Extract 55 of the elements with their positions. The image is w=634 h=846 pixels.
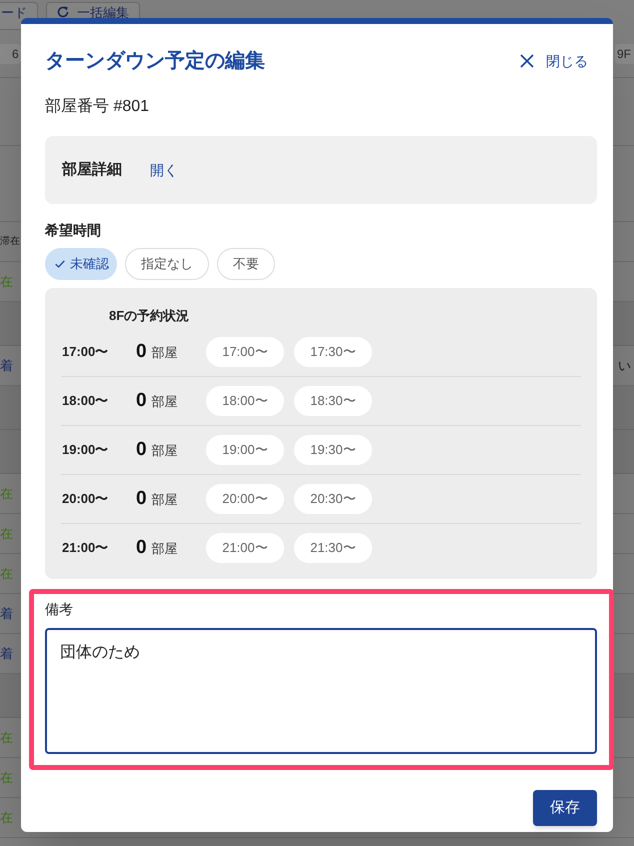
room-count: 0 [136,439,147,461]
time-slot-button[interactable]: 18:00〜 [206,386,284,416]
time-slot-button[interactable]: 19:30〜 [294,435,372,465]
time-slot-button[interactable]: 18:30〜 [294,386,372,416]
close-button[interactable]: 閉じる [520,51,588,71]
room-unit: 部屋 [152,442,178,460]
refresh-icon [57,6,69,18]
time-slot-button[interactable]: 21:00〜 [206,533,284,563]
time-slot-button[interactable]: 17:00〜 [206,337,284,367]
dialog-title: ターンダウン予定の編集 [45,48,265,74]
option-chip[interactable]: 未確認 [45,248,117,280]
time-slot-button[interactable]: 19:00〜 [206,435,284,465]
option-chip[interactable]: 指定なし [125,248,209,280]
time-label: 19:00〜 [62,442,108,457]
time-label: 17:00〜 [62,344,108,359]
time-slot-button[interactable]: 20:30〜 [294,484,372,514]
time-slot-button[interactable]: 21:30〜 [294,533,372,563]
card-title: 部屋詳細 [62,160,122,180]
room-count: 0 [136,390,147,412]
check-icon [55,260,65,268]
room-number: 部屋番号 #801 [45,96,150,117]
status-text: 着 [0,358,13,374]
close-icon [520,54,534,68]
status-text: 在 [0,730,13,746]
notes-label: 備考 [45,601,73,617]
open-link[interactable]: 開く [150,160,178,180]
time-slot-button[interactable]: 17:30〜 [294,337,372,367]
room-unit: 部屋 [152,393,178,411]
option-chip[interactable]: 不要 [217,248,275,280]
status-text: 在 [0,566,13,582]
status-text: 着 [0,606,13,622]
row-text: い [618,358,631,374]
room-unit: 部屋 [152,491,178,509]
availability-title: 8Fの予約状況 [109,308,190,323]
room-count: 0 [136,341,147,363]
time-label: 21:00〜 [62,540,108,555]
time-preference-label: 希望時間 [45,221,102,240]
floor-tab[interactable]: 6 [0,44,21,64]
room-count: 0 [136,488,147,510]
column-header: 滞在 [0,234,20,248]
status-text: 在 [0,810,13,826]
room-unit: 部屋 [152,344,178,362]
save-button[interactable]: 保存 [533,790,597,826]
status-text: 着 [0,646,13,662]
time-label: 20:00〜 [62,491,108,506]
status-text: 在 [0,486,13,502]
floor-tab[interactable]: 9F [614,44,634,64]
status-text: 在 [0,274,13,290]
status-text: 在 [0,770,13,786]
room-count: 0 [136,537,147,559]
time-label: 18:00〜 [62,393,108,408]
time-slot-button[interactable]: 20:00〜 [206,484,284,514]
room-unit: 部屋 [152,540,178,558]
notes-field[interactable]: 団体のため [45,628,597,754]
status-text: 在 [0,526,13,542]
